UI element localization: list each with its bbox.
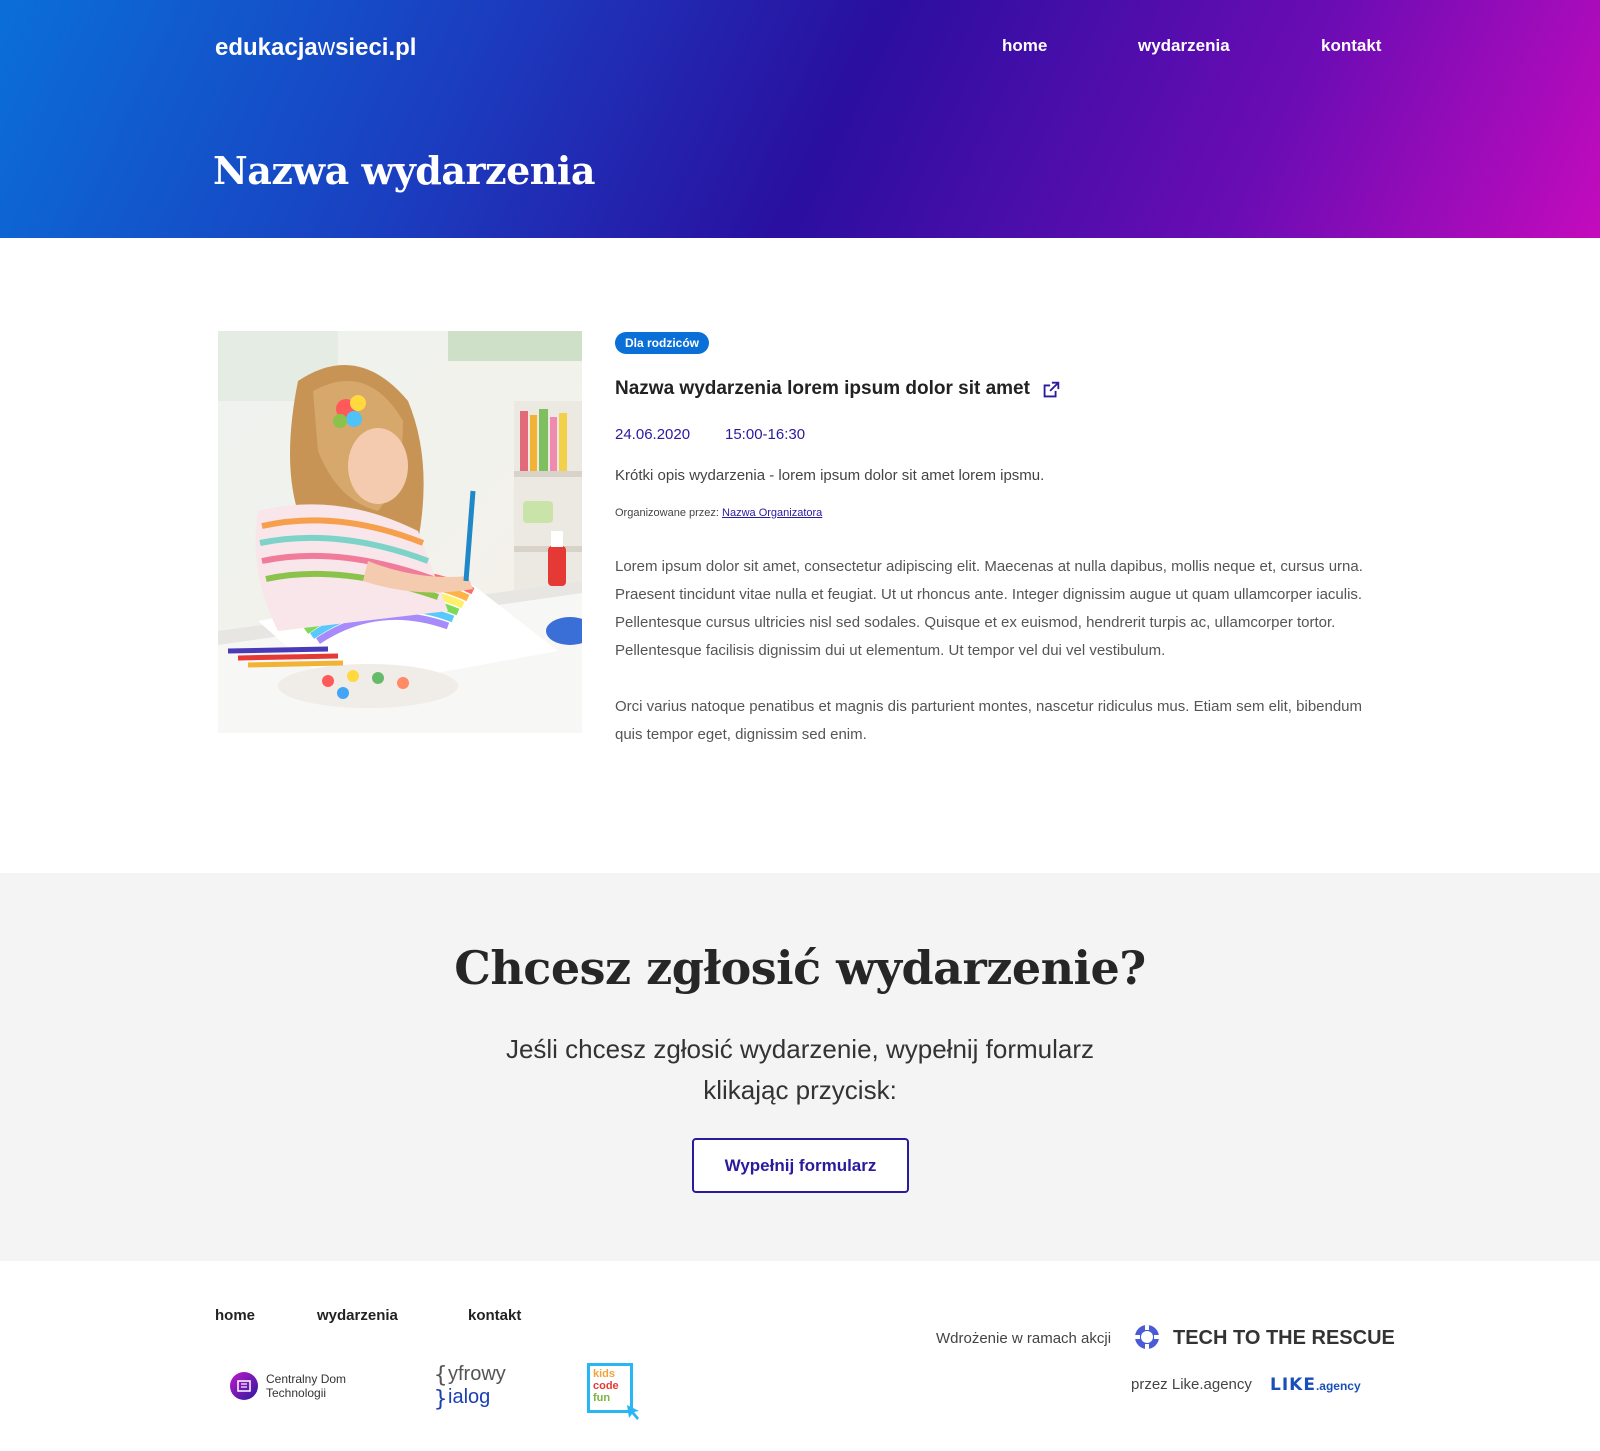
event-short-description: Krótki opis wydarzenia - lorem ipsum dol… (615, 467, 1045, 484)
event-date: 24.06.2020 (615, 426, 691, 443)
agency-label: przez Like.agency (1131, 1376, 1252, 1393)
kcf-line-3: fun (593, 1392, 611, 1404)
kcf-line-2: code (593, 1380, 619, 1392)
footer-nav-kontakt[interactable]: kontakt (468, 1307, 521, 1324)
svg-text:}: } (434, 1387, 447, 1410)
event-title: Nazwa wydarzenia lorem ipsum dolor sit a… (615, 378, 1030, 399)
event-time: 15:00-16:30 (725, 426, 806, 443)
kcf-line-1: kids (593, 1368, 616, 1380)
event-organizer: Organizowane przez: Nazwa Organizatora (615, 507, 822, 519)
partner-cdt-logo[interactable]: Centralny Dom Technologii (229, 1371, 369, 1403)
event-image (218, 331, 582, 733)
partner-kids-code-fun-logo[interactable]: kids code fun (587, 1363, 643, 1420)
cdt-line-2: Technologii (266, 1386, 327, 1400)
hero-header: edukacjawsieci.pl home wydarzenia kontak… (0, 0, 1600, 238)
campaign-name[interactable]: TECH TO THE RESCUE (1173, 1327, 1395, 1350)
cdt-line-1: Centralny Dom (266, 1372, 347, 1386)
logo-part-1: edukacja (215, 34, 318, 61)
organizer-link[interactable]: Nazwa Organizatora (722, 507, 822, 519)
implementation-label: Wdrożenie w ramach akcji (936, 1330, 1112, 1347)
footer-nav-wydarzenia[interactable]: wydarzenia (317, 1307, 398, 1324)
event-description-paragraph-2: Orci varius natoque penatibus et magnis … (615, 698, 1363, 743)
event-description-paragraph-1: Lorem ipsum dolor sit amet, consectetur … (615, 558, 1363, 659)
lifebuoy-icon (1135, 1325, 1159, 1349)
nav-wydarzenia[interactable]: wydarzenia (1138, 36, 1230, 56)
cursor-icon (627, 1405, 639, 1420)
page-title: Nazwa wydarzenia (213, 148, 595, 193)
svg-text:{: { (434, 1363, 447, 1388)
cdt-logo-icon (230, 1372, 258, 1400)
fill-form-button[interactable]: Wypełnij formularz (692, 1138, 909, 1193)
event-category-badge[interactable]: Dla rodziców (615, 332, 710, 354)
logo-part-3: sieci.pl (335, 34, 417, 61)
organizer-label: Organizowane przez: (615, 507, 719, 519)
like-logo-word: LIKE (1270, 1375, 1316, 1395)
nav-home[interactable]: home (1002, 36, 1047, 56)
logo-part-2: w (317, 34, 336, 61)
like-agency-logo[interactable]: LIKE.agency (1270, 1375, 1361, 1395)
submit-event-section: Chcesz zgłosić wydarzenie? Jeśli chcesz … (0, 873, 1600, 1261)
footer-nav-home[interactable]: home (215, 1307, 255, 1324)
partner-cyfrowy-dialog-logo[interactable]: { } yfrowy ialog (434, 1362, 526, 1410)
cyfrowy-line-1: yfrowy (448, 1363, 506, 1385)
cta-title: Chcesz zgłosić wydarzenie? (454, 941, 1146, 995)
external-link-icon[interactable] (1040, 379, 1062, 401)
nav-kontakt[interactable]: kontakt (1321, 36, 1381, 56)
cta-text: Jeśli chcesz zgłosić wydarzenie, wypełni… (505, 1034, 1095, 1105)
site-logo[interactable]: edukacjawsieci.pl (215, 34, 416, 62)
like-logo-suffix: .agency (1315, 1379, 1361, 1393)
cyfrowy-line-2: ialog (448, 1386, 491, 1408)
